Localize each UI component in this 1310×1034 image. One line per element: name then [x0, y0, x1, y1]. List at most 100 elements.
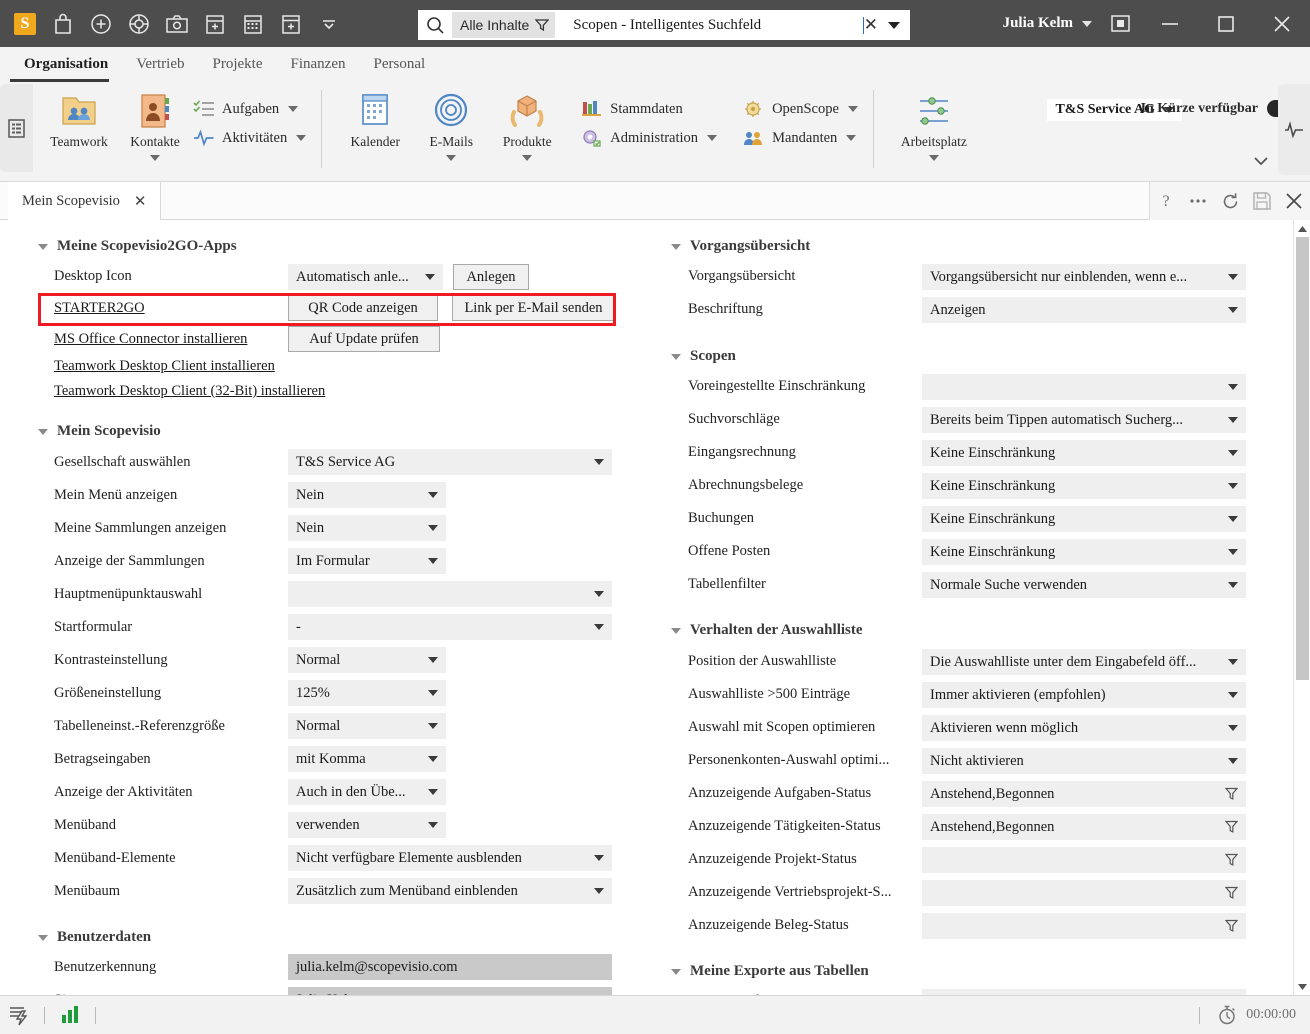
menu-panel-icon[interactable] [0, 84, 33, 172]
ribbon-tab-vertrieb[interactable]: Vertrieb [122, 47, 198, 82]
combo-personenkonten-auswahl-optimieren[interactable]: Nicht aktivieren [922, 748, 1246, 774]
chevron-down-icon[interactable] [150, 155, 160, 161]
tab-mein-scopevisio[interactable]: Mein Scopevisio ✕ [8, 182, 162, 220]
ribbon-button-aktivitaeten[interactable]: Aktivitäten [193, 129, 307, 147]
help-icon[interactable]: ? [1150, 182, 1182, 220]
ribbon-button-produkte[interactable]: Produkte [489, 88, 565, 161]
layout-icon[interactable] [1098, 0, 1142, 47]
link-starter2go[interactable]: STARTER2GO [54, 300, 145, 317]
plus-circle-icon[interactable] [82, 5, 120, 43]
vertical-scrollbar[interactable] [1293, 220, 1310, 995]
filter-beleg-status[interactable] [922, 913, 1246, 939]
bar-chart-icon[interactable] [51, 996, 89, 1034]
funnel-icon[interactable] [1225, 820, 1238, 834]
combo-position-der-auswahlliste[interactable]: Die Auswahlliste unter dem Eingabefeld ö… [922, 649, 1246, 675]
ribbon-tab-personal[interactable]: Personal [359, 47, 439, 82]
minimize-icon[interactable] [1142, 0, 1198, 47]
ribbon-button-administration[interactable]: Administration [581, 129, 718, 147]
search-scope-chip[interactable]: Alle Inhalte [452, 12, 556, 38]
combo-meine-sammlungen-anzeigen[interactable]: Nein [288, 515, 446, 541]
refresh-icon[interactable] [1214, 182, 1246, 220]
section-header-apps[interactable]: Meine Scopevisio2GO-Apps [38, 238, 237, 255]
combo-auswahl-mit-scopen-optimieren[interactable]: Aktivieren wenn möglich [922, 715, 1246, 741]
chevron-down-icon[interactable] [707, 135, 718, 141]
ribbon-button-aufgaben[interactable]: Aufgaben [193, 100, 306, 118]
combo-auswahlliste-500-eintraege[interactable]: Immer aktivieren (empfohlen) [922, 682, 1246, 708]
combo-tabelleneinst-referenzgroesse[interactable]: Normal [288, 713, 446, 739]
ribbon-expand-button[interactable] [1244, 82, 1278, 181]
more-options-icon[interactable] [1182, 182, 1214, 220]
combo-anzeige-der-aktivitaeten[interactable]: Auch in den Übe... [288, 779, 446, 805]
combo-menuebaum[interactable]: Zusätzlich zum Menüband einblenden [288, 878, 612, 904]
combo-eingangsrechnung[interactable]: Keine Einschränkung [922, 440, 1246, 466]
combo-beschriftung[interactable]: Anzeigen [922, 297, 1246, 323]
activity-side-panel-button[interactable] [1278, 84, 1310, 175]
scroll-down-arrow-icon[interactable] [1294, 978, 1310, 995]
combo-desktop-icon[interactable]: Automatisch anle... [288, 264, 443, 290]
calendar-plus-icon[interactable] [196, 5, 234, 43]
scopevisio-logo-icon[interactable]: S [6, 5, 44, 43]
scroll-up-arrow-icon[interactable] [1294, 220, 1310, 237]
calendar-grid-icon[interactable] [234, 5, 272, 43]
filter-aufgaben-status[interactable]: Anstehend,Begonnen [922, 781, 1246, 807]
button-link-per-email-senden[interactable]: Link per E-Mail senden [452, 295, 615, 321]
combo-tabellenfilter[interactable]: Normale Suche verwenden [922, 572, 1246, 598]
close-icon[interactable] [1254, 0, 1310, 47]
chevron-down-icon[interactable] [522, 155, 533, 161]
button-auf-update-pruefen[interactable]: Auf Update prüfen [288, 326, 440, 352]
link-ms-office-connector[interactable]: MS Office Connector installieren [54, 331, 247, 348]
combo-startformular[interactable]: - [288, 614, 612, 640]
combo-voreingestellte-einschraenkung[interactable] [922, 374, 1246, 400]
section-header-scopen[interactable]: Scopen [671, 348, 736, 365]
filter-projekt-status[interactable] [922, 847, 1246, 873]
lifebuoy-icon[interactable] [120, 5, 158, 43]
link-teamwork-desktop-client[interactable]: Teamwork Desktop Client installieren [54, 358, 275, 375]
combo-menueband-elemente[interactable]: Nicht verfügbare Elemente ausblenden [288, 845, 612, 871]
section-header-vorgangsuebersicht[interactable]: Vorgangsübersicht [671, 238, 810, 255]
ribbon-button-teamwork[interactable]: Teamwork [41, 88, 117, 150]
close-icon[interactable]: ✕ [864, 15, 878, 35]
bag-icon[interactable] [44, 5, 82, 43]
combo-suchvorschlaege[interactable]: Bereits beim Tippen automatisch Sucherg.… [922, 407, 1246, 433]
funnel-icon[interactable] [1225, 787, 1238, 801]
ribbon-button-mandanten[interactable]: Mandanten [743, 129, 858, 147]
filter-taetigkeiten-status[interactable]: Anstehend,Begonnen [922, 814, 1246, 840]
scrollbar-thumb[interactable] [1296, 237, 1309, 680]
ribbon-button-stammdaten[interactable]: Stammdaten [581, 100, 717, 118]
combo-anzeige-der-sammlungen[interactable]: Im Formular [288, 548, 446, 574]
search-input[interactable]: Scopen - Intelligentes Suchfeld [555, 16, 864, 34]
stopwatch-icon[interactable] [1217, 1005, 1237, 1025]
combo-offene-posten[interactable]: Keine Einschränkung [922, 539, 1246, 565]
filter-vertriebsprojekt-status[interactable] [922, 880, 1246, 906]
input-signatur[interactable]: Julia Kelm [288, 987, 612, 995]
combo-kontrasteinstellung[interactable]: Normal [288, 647, 446, 673]
chevron-down-icon[interactable] [928, 155, 939, 161]
chevron-down-icon[interactable] [310, 5, 348, 43]
close-icon[interactable] [1278, 182, 1310, 220]
combo-betragseingaben[interactable]: mit Komma [288, 746, 446, 772]
ribbon-button-arbeitsplatz[interactable]: Arbeitsplatz [889, 88, 979, 161]
chevron-down-icon[interactable] [288, 106, 299, 112]
chevron-down-icon[interactable] [888, 21, 900, 29]
input-benutzerkennung[interactable]: julia.kelm@scopevisio.com [288, 954, 612, 980]
combo-mein-menue-anzeigen[interactable]: Nein [288, 482, 446, 508]
camera-icon[interactable] [158, 5, 196, 43]
ribbon-tab-organisation[interactable]: Organisation [10, 47, 122, 82]
section-header-verhalten-auswahlliste[interactable]: Verhalten der Auswahlliste [671, 622, 863, 639]
link-teamwork-desktop-client-32bit[interactable]: Teamwork Desktop Client (32-Bit) install… [54, 383, 325, 400]
combo-menueband[interactable]: verwenden [288, 812, 446, 838]
ribbon-tab-projekte[interactable]: Projekte [199, 47, 277, 82]
funnel-icon[interactable] [1225, 853, 1238, 867]
ribbon-tab-finanzen[interactable]: Finanzen [277, 47, 360, 82]
combo-gesellschaft-auswaehlen[interactable]: T&S Service AG [288, 449, 612, 475]
chevron-down-icon[interactable] [446, 155, 457, 161]
section-header-meine-exporte[interactable]: Meine Exporte aus Tabellen [671, 963, 869, 980]
funnel-icon[interactable] [1225, 919, 1238, 933]
combo-groesseneinstellung[interactable]: 125% [288, 680, 446, 706]
save-icon[interactable] [1246, 182, 1278, 220]
window-plus-icon[interactable] [272, 5, 310, 43]
combo-vorgangsuebersicht[interactable]: Vorgangsübersicht nur einblenden, wenn e… [922, 264, 1246, 290]
ribbon-button-openscope[interactable]: OpenScope [743, 100, 858, 118]
smart-search-bar[interactable]: Alle Inhalte Scopen - Intelligentes Such… [418, 10, 910, 40]
button-anlegen[interactable]: Anlegen [453, 264, 529, 290]
